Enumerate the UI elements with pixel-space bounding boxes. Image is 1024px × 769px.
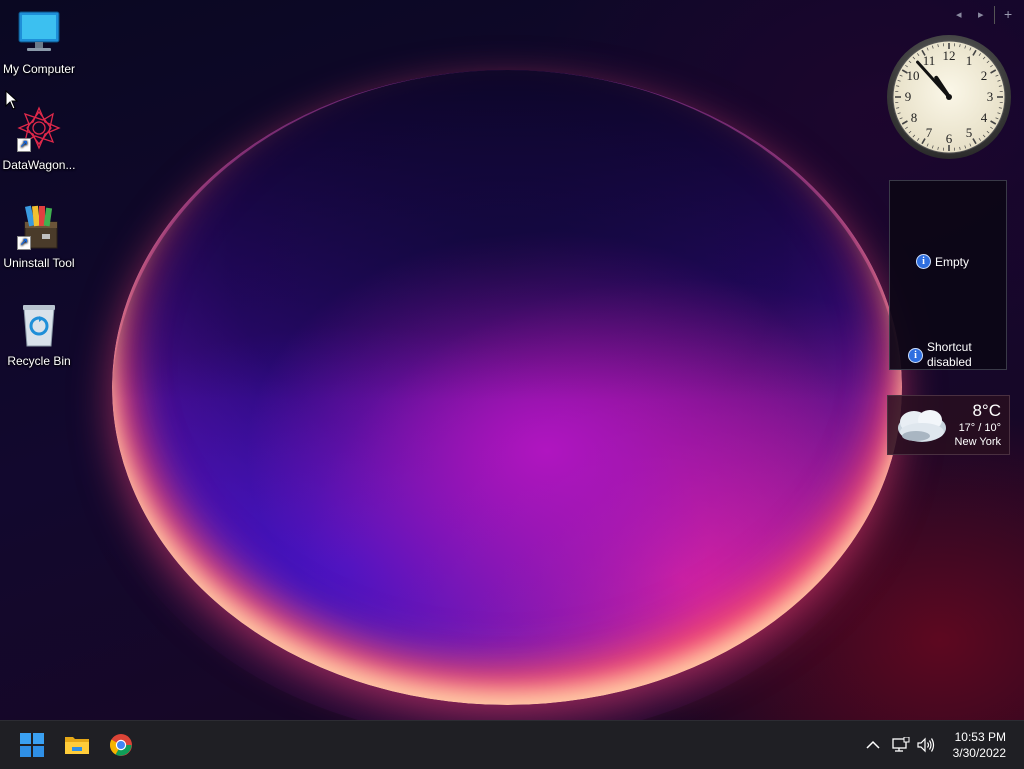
weather-temperature: 8°C [972, 401, 1001, 421]
speaker-icon [917, 737, 935, 753]
svg-text:8: 8 [911, 110, 918, 125]
show-hidden-icons-button[interactable] [864, 735, 882, 755]
cloudy-icon [892, 404, 950, 453]
desktop-icon-recycle-bin[interactable]: Recycle Bin [0, 302, 78, 368]
empty-status: i Empty [916, 254, 969, 269]
taskbar-time: 10:53 PM [953, 729, 1006, 745]
info-icon: i [908, 348, 923, 363]
gadget-controls-divider [994, 6, 995, 24]
desktop-wallpaper [0, 0, 1024, 720]
folder-icon [64, 734, 90, 756]
gadget-add-button[interactable]: + [1004, 6, 1012, 22]
mouse-pointer-icon [5, 90, 19, 115]
shortcut-label-line2: disabled [927, 355, 972, 370]
windows-start-icon [20, 733, 44, 757]
desktop-icon-datawagon[interactable]: ↗ DataWagon... [0, 106, 78, 172]
weather-range: 17° / 10° [959, 422, 1001, 434]
desktop-icon-label: Recycle Bin [0, 354, 78, 368]
gadget-controls: ◂ ▸ + [952, 8, 1022, 24]
chevron-up-icon [866, 740, 880, 750]
clock-gadget[interactable]: 12 1 2 3 4 5 6 7 8 9 10 11 [886, 34, 1012, 160]
weather-gadget[interactable]: 8°C 17° / 10° New York [887, 395, 1010, 455]
monitor-icon [15, 10, 63, 58]
desktop-icon-label: Uninstall Tool [0, 256, 78, 270]
gadget-next-button[interactable]: ▸ [978, 8, 984, 21]
info-icon: i [916, 254, 931, 269]
svg-text:2: 2 [981, 68, 988, 83]
file-explorer-button[interactable] [61, 729, 93, 761]
datawagon-icon: ↗ [15, 106, 63, 154]
svg-text:9: 9 [905, 89, 912, 104]
network-icon [892, 737, 910, 753]
taskbar-date: 3/30/2022 [953, 745, 1006, 761]
svg-text:1: 1 [966, 53, 973, 68]
weather-city: New York [955, 436, 1001, 448]
svg-text:7: 7 [926, 125, 933, 140]
slideshow-gadget[interactable]: i Empty i Shortcut disabled [889, 180, 1007, 370]
wallpaper-orb-shade [112, 70, 902, 400]
shortcut-label-line1: Shortcut [927, 340, 972, 355]
chrome-button[interactable] [105, 729, 137, 761]
desktop-icon-label: DataWagon... [0, 158, 78, 172]
svg-text:6: 6 [946, 131, 953, 146]
gadget-prev-button[interactable]: ◂ [956, 8, 962, 21]
desktop-icon-label: My Computer [0, 62, 78, 76]
empty-label: Empty [935, 255, 969, 269]
start-button[interactable] [16, 729, 48, 761]
svg-text:10: 10 [907, 68, 920, 83]
svg-text:5: 5 [966, 125, 973, 140]
taskbar-clock[interactable]: 10:53 PM 3/30/2022 [953, 729, 1006, 761]
desktop-icon-uninstall-tool[interactable]: ↗ Uninstall Tool [0, 204, 78, 270]
taskbar: 10:53 PM 3/30/2022 [0, 720, 1024, 769]
svg-text:11: 11 [923, 53, 936, 68]
svg-text:4: 4 [981, 110, 988, 125]
shortcut-status: i Shortcut disabled [908, 340, 972, 370]
recycle-bin-icon [15, 302, 63, 350]
svg-text:12: 12 [943, 48, 956, 63]
clock-face: 12 1 2 3 4 5 6 7 8 9 10 11 [886, 34, 1012, 160]
svg-text:3: 3 [987, 89, 994, 104]
shortcut-arrow-icon: ↗ [17, 138, 31, 152]
uninstall-tool-icon: ↗ [15, 204, 63, 252]
network-button[interactable] [891, 735, 911, 755]
shortcut-arrow-icon: ↗ [17, 236, 31, 250]
chrome-icon [109, 733, 133, 757]
volume-button[interactable] [916, 735, 936, 755]
desktop-icon-my-computer[interactable]: My Computer [0, 10, 78, 76]
